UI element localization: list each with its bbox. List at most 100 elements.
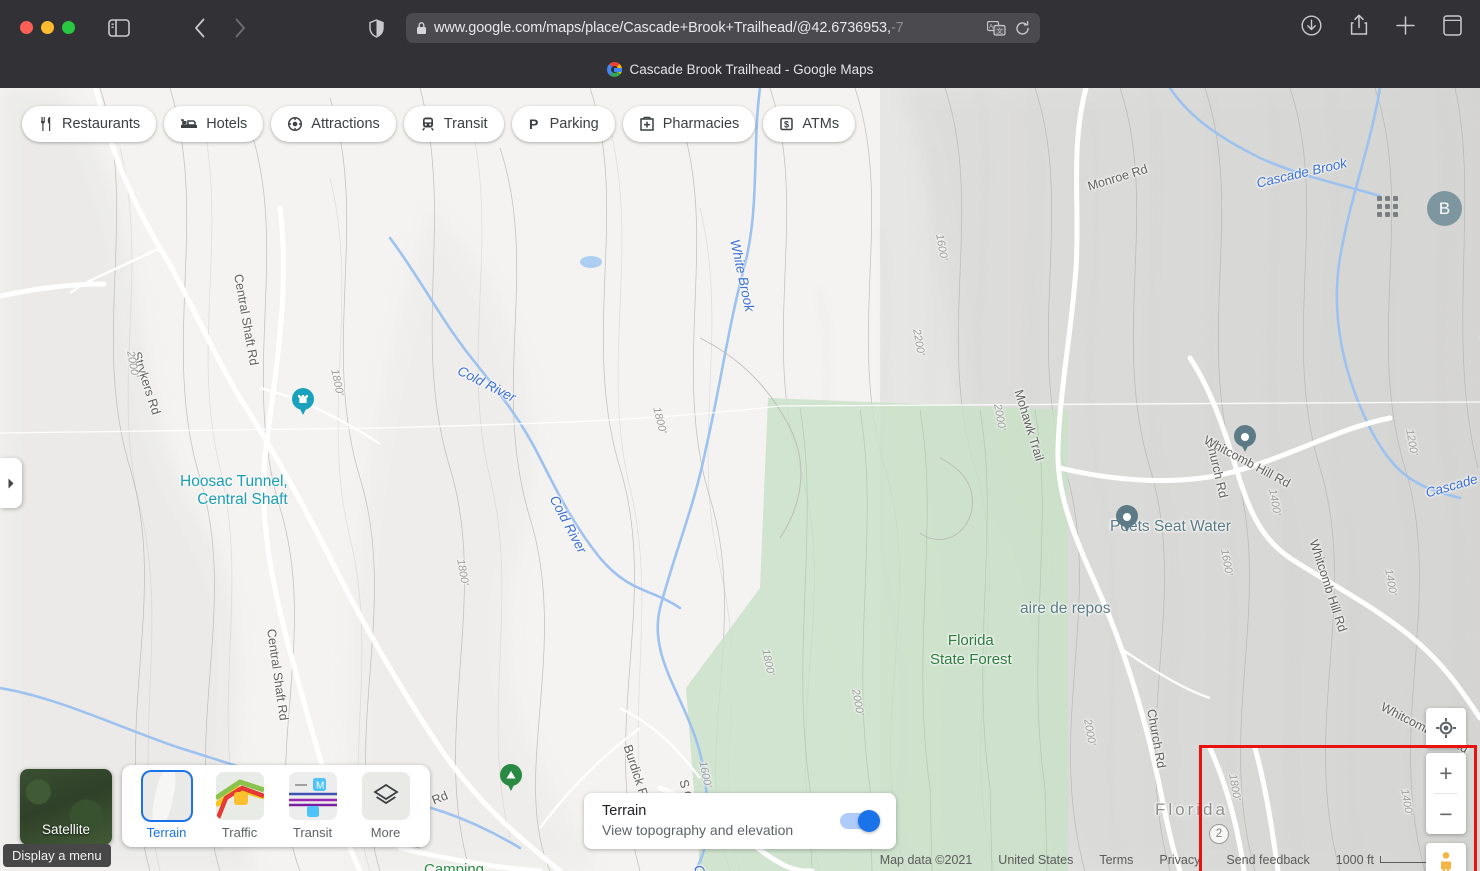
lock-icon — [416, 21, 427, 35]
zoom-out-button[interactable]: − — [1426, 794, 1466, 834]
close-window-button[interactable] — [20, 21, 33, 34]
parking-p-icon: P — [528, 116, 542, 132]
svg-text:A: A — [989, 23, 994, 30]
chip-label: Pharmacies — [663, 116, 740, 132]
chip-label: Attractions — [311, 116, 380, 132]
train-icon — [420, 116, 436, 132]
zoom-in-button[interactable]: + — [1426, 753, 1466, 793]
map-footer: Map data ©2021 United States Terms Priva… — [0, 848, 1480, 871]
fork-knife-icon — [38, 116, 54, 132]
chip-pharmacies[interactable]: Pharmacies — [623, 106, 756, 142]
layer-label: Transit — [293, 825, 332, 840]
translate-icon[interactable]: A文 — [987, 21, 1006, 36]
castle-icon — [296, 392, 310, 406]
poi-marker-aire-de-repos[interactable] — [1116, 505, 1138, 535]
url-text-dim: -7 — [891, 20, 904, 36]
category-chip-bar: Restaurants Hotels Attractions Transit — [22, 106, 855, 142]
maximize-window-button[interactable] — [62, 21, 75, 34]
address-bar-url: www.google.com/maps/place/Cascade+Brook+… — [434, 20, 979, 36]
chip-hotels[interactable]: Hotels — [164, 106, 263, 142]
tab-title-bar[interactable]: Cascade Brook Trailhead - Google Maps — [0, 62, 1480, 77]
svg-text:M: M — [316, 781, 324, 792]
address-bar[interactable]: www.google.com/maps/place/Cascade+Brook+… — [406, 13, 1040, 43]
transit-thumb-icon: M — [289, 772, 337, 820]
share-icon[interactable] — [1350, 14, 1368, 36]
terrain-card-title: Terrain — [602, 802, 793, 821]
back-arrow-icon[interactable] — [188, 16, 212, 40]
avatar[interactable]: B — [1427, 191, 1462, 226]
chip-parking[interactable]: P Parking — [512, 106, 615, 142]
minimize-window-button[interactable] — [41, 21, 54, 34]
address-bar-actions: A文 — [987, 21, 1030, 36]
footer-map-data: Map data ©2021 — [880, 853, 973, 867]
atm-icon: $ — [779, 116, 794, 132]
chip-label: Hotels — [206, 116, 247, 132]
street-view-pegman-button[interactable] — [1426, 843, 1466, 871]
satellite-layer-tile[interactable]: Satellite — [20, 769, 112, 845]
google-favicon-icon — [607, 62, 622, 77]
toggle-knob — [858, 810, 880, 832]
window-traffic-lights — [20, 21, 75, 34]
browser-window: Strykers RdCentral Shaft RdCentral Shaft… — [0, 0, 1480, 871]
side-panel-expander[interactable] — [0, 458, 22, 508]
zoom-controls: + − — [1426, 753, 1466, 834]
forward-arrow-icon[interactable] — [228, 16, 252, 40]
layer-transit[interactable]: M Transit — [276, 772, 349, 840]
terrain-card-subtitle: View topography and elevation — [602, 821, 793, 840]
layer-label: Traffic — [222, 825, 257, 840]
footer-terms[interactable]: Terms — [1099, 853, 1133, 867]
layer-terrain[interactable]: Terrain — [130, 772, 203, 840]
attraction-icon — [287, 116, 303, 132]
poi-marker-camping[interactable] — [500, 764, 522, 794]
download-icon[interactable] — [1301, 15, 1322, 36]
chip-label: ATMs — [802, 116, 839, 132]
scale-label: 1000 ft — [1336, 853, 1374, 867]
svg-text:$: $ — [784, 119, 789, 129]
footer-country[interactable]: United States — [998, 853, 1073, 867]
chip-transit[interactable]: Transit — [404, 106, 504, 142]
layer-label: Terrain — [147, 825, 187, 840]
chip-attractions[interactable]: Attractions — [271, 106, 396, 142]
layer-label: More — [371, 825, 401, 840]
map-terrain-render — [0, 88, 1480, 871]
tab-title-text: Cascade Brook Trailhead - Google Maps — [630, 62, 874, 77]
footer-send-feedback[interactable]: Send feedback — [1226, 853, 1309, 867]
chrome-right-actions — [1301, 14, 1462, 36]
my-location-icon — [1435, 717, 1457, 739]
chevron-right-icon — [7, 478, 15, 489]
url-text: www.google.com/maps/place/Cascade+Brook+… — [434, 20, 891, 36]
campground-icon — [505, 769, 517, 781]
chip-restaurants[interactable]: Restaurants — [22, 106, 156, 142]
poi-marker-poets-seat-water[interactable] — [1234, 425, 1256, 455]
terrain-toggle-switch[interactable] — [840, 813, 878, 829]
reload-icon[interactable] — [1015, 21, 1030, 36]
new-tab-plus-icon[interactable] — [1396, 16, 1415, 35]
sidebar-toggle-icon[interactable] — [106, 16, 132, 40]
poi-marker-hoosac-tunnel[interactable] — [292, 388, 314, 418]
svg-text:P: P — [529, 116, 538, 132]
footer-privacy[interactable]: Privacy — [1159, 853, 1200, 867]
layers-stack-icon — [362, 772, 410, 820]
chip-label: Parking — [550, 116, 599, 132]
bed-icon — [180, 116, 198, 132]
layer-traffic[interactable]: Traffic — [203, 772, 276, 840]
terrain-toggle-card: Terrain View topography and elevation — [584, 793, 896, 849]
chip-atms[interactable]: $ ATMs — [763, 106, 855, 142]
terrain-card-text: Terrain View topography and elevation — [602, 802, 793, 840]
tab-overview-icon[interactable] — [1443, 15, 1462, 36]
satellite-label: Satellite — [42, 822, 90, 837]
terrain-thumb-icon — [143, 772, 191, 820]
street-view-pegman-icon — [1436, 851, 1456, 871]
layer-more[interactable]: More — [349, 772, 422, 840]
privacy-shield-icon[interactable] — [369, 19, 384, 38]
map-layers-panel: Terrain Traffic — [122, 765, 430, 847]
my-location-button[interactable] — [1426, 708, 1466, 748]
apps-grid-icon[interactable] — [1377, 196, 1403, 222]
map-canvas[interactable]: Strykers RdCentral Shaft RdCentral Shaft… — [0, 88, 1480, 871]
chip-label: Transit — [444, 116, 488, 132]
display-menu-tooltip: Display a menu — [3, 844, 111, 867]
traffic-thumb-icon — [216, 772, 264, 820]
pharmacy-icon — [639, 116, 655, 132]
svg-text:文: 文 — [996, 26, 1003, 35]
browser-chrome: www.google.com/maps/place/Cascade+Brook+… — [0, 0, 1480, 88]
